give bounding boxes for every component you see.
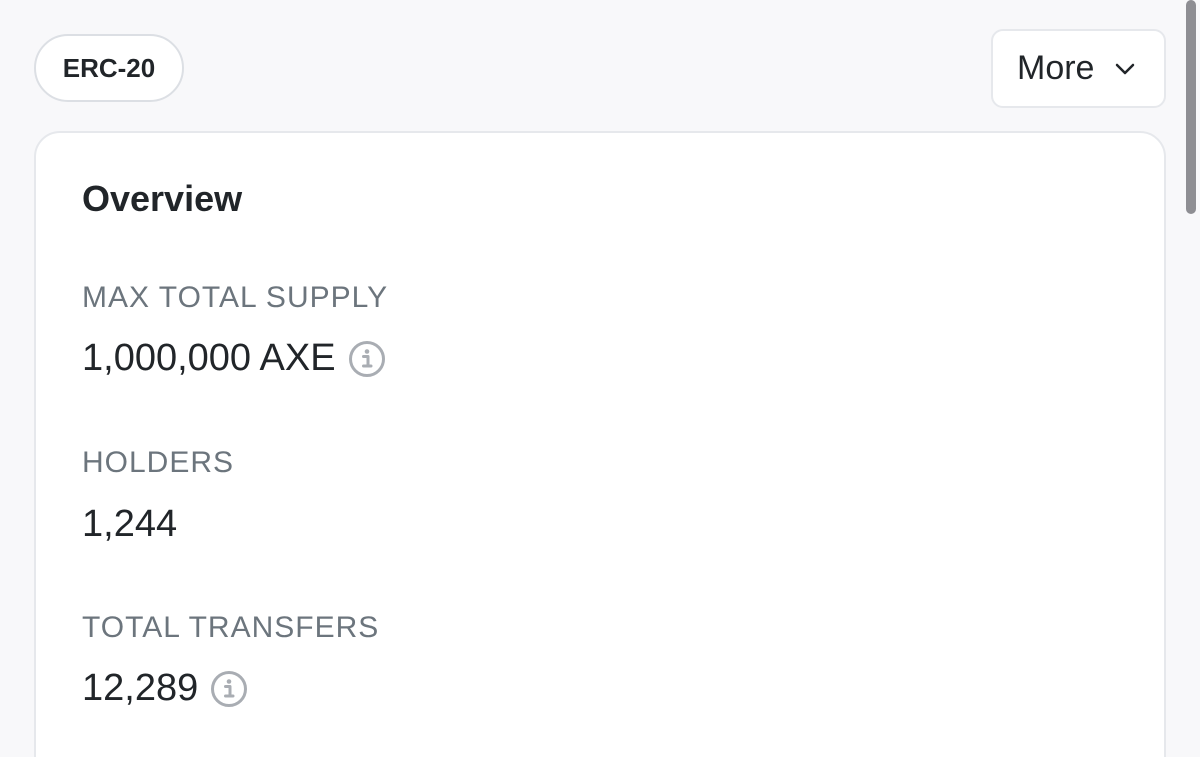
overview-card: Overview MAX TOTAL SUPPLY 1,000,000 AXE …	[34, 131, 1166, 757]
token-standard-badge[interactable]: ERC-20	[34, 34, 184, 102]
more-button-label: More	[1017, 49, 1095, 87]
holders-label: HOLDERS	[82, 446, 235, 479]
overview-title: Overview	[82, 178, 243, 219]
more-dropdown-button[interactable]: More	[991, 29, 1166, 108]
max-total-supply-label: MAX TOTAL SUPPLY	[82, 281, 389, 314]
info-icon[interactable]	[348, 340, 386, 378]
total-transfers-label: TOTAL TRANSFERS	[82, 611, 380, 644]
vertical-scrollbar[interactable]	[1186, 0, 1196, 214]
chevron-down-icon	[1114, 62, 1136, 76]
info-icon[interactable]	[210, 670, 248, 708]
total-transfers-value: 12,289	[82, 667, 199, 709]
max-total-supply-value-row: 1,000,000 AXE	[82, 337, 386, 380]
page: ERC-20 More Overview MAX TOTAL SUPPLY 1,…	[0, 0, 1200, 757]
max-total-supply-value: 1,000,000 AXE	[82, 337, 336, 379]
total-transfers-value-row: 12,289	[82, 667, 248, 710]
holders-value: 1,244	[82, 503, 178, 545]
